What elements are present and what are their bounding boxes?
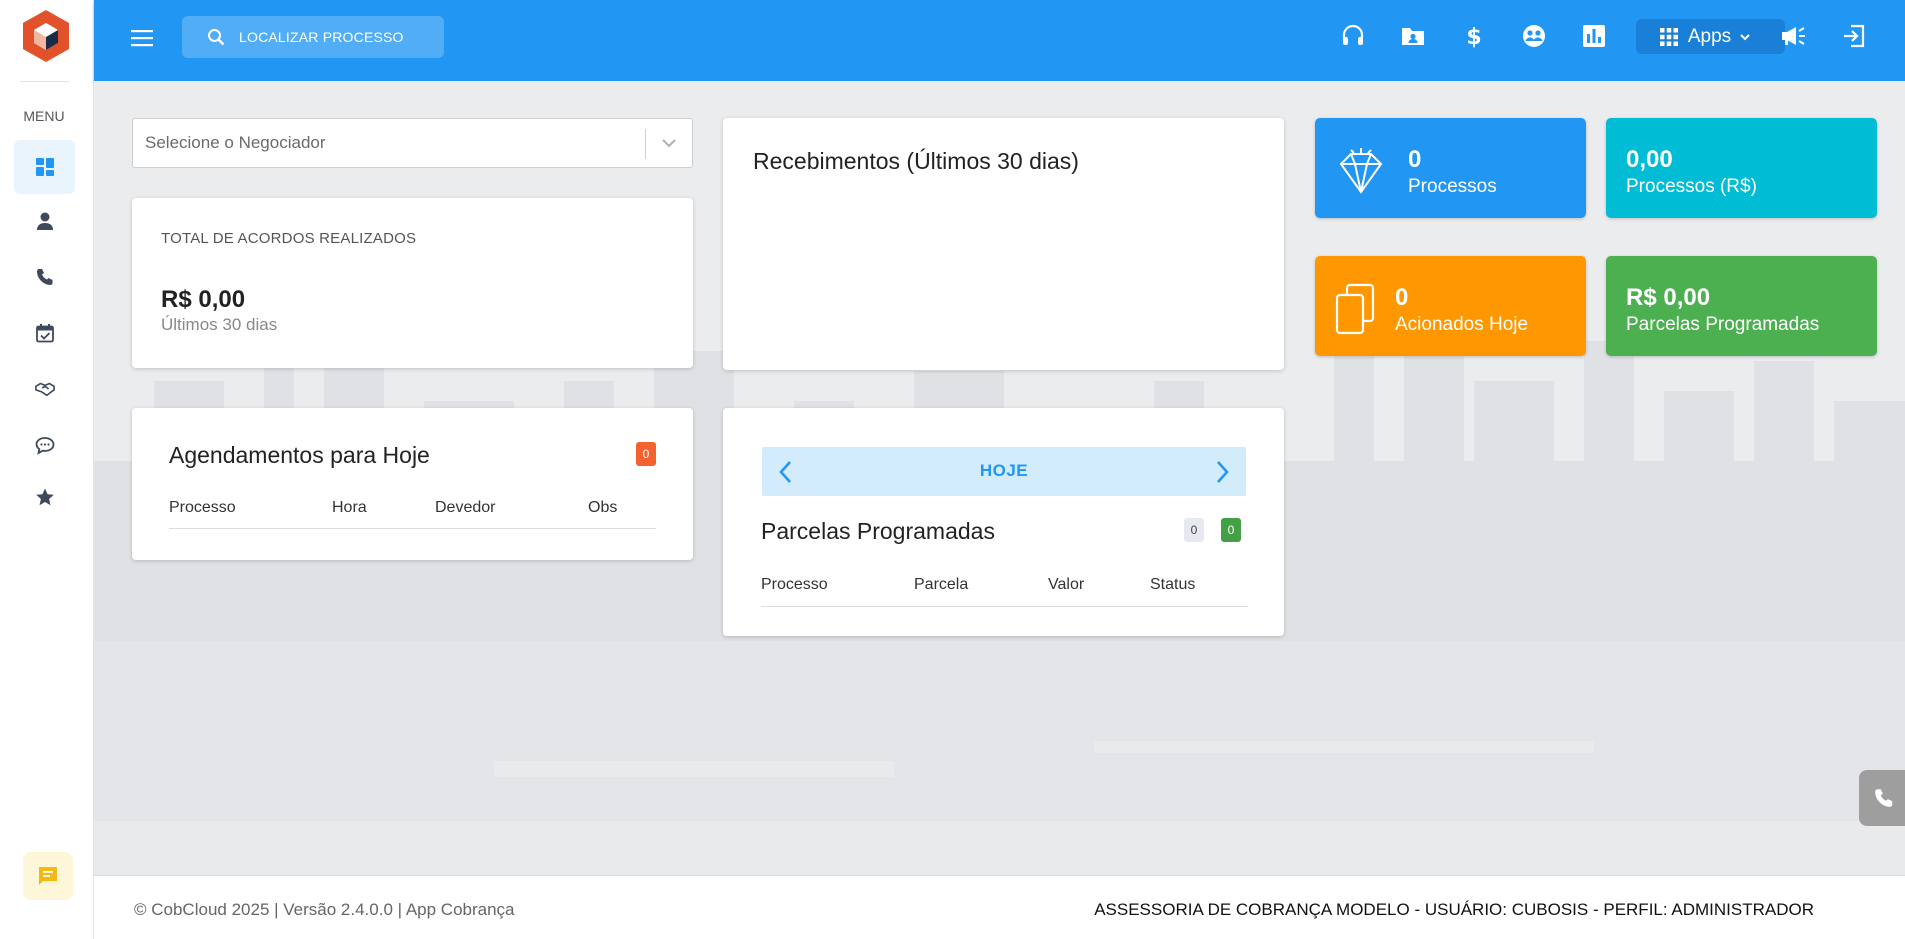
search-label: LOCALIZAR PROCESSO [239,29,404,45]
contacts-folder-button[interactable] [1399,22,1427,50]
sidebar-item-telefone[interactable] [14,250,75,304]
calendar-check-icon [35,324,54,343]
acordos-title: TOTAL DE ACORDOS REALIZADOS [161,230,417,247]
footer-user-info: ASSESSORIA DE COBRANÇA MODELO - USUÁRIO:… [1094,900,1814,919]
date-navigator: HOJE [762,447,1246,496]
menu-toggle-button[interactable] [130,26,154,50]
parcelas-col-valor: Valor [1048,576,1085,593]
headset-icon [1342,24,1364,45]
diamond-icon [1339,148,1383,194]
announcements-button[interactable] [1779,22,1807,50]
acordos-card: TOTAL DE ACORDOS REALIZADOS R$ 0,00 Últi… [132,198,693,368]
sidebar-item-mensagens[interactable] [14,418,75,472]
search-process-button[interactable]: LOCALIZAR PROCESSO [182,16,444,58]
recebimentos-card: Recebimentos (Últimos 30 dias) [723,118,1284,370]
apps-label: Apps [1687,25,1732,47]
copy-documents-icon [1335,283,1375,335]
logout-button[interactable] [1840,22,1868,50]
tile-processos-value: 0 [1408,146,1422,173]
chevron-right-icon[interactable] [1212,459,1232,485]
reports-button[interactable] [1580,22,1608,50]
phone-icon [1875,789,1893,807]
agendamentos-title: Agendamentos para Hoje [169,442,430,468]
sidebar-item-dashboard[interactable] [14,140,75,194]
star-icon [35,488,54,506]
agendamentos-col-processo: Processo [169,499,236,516]
sidebar-item-favoritos[interactable] [14,470,75,524]
date-navigator-label[interactable]: HOJE [762,461,1246,481]
hamburger-icon [131,30,153,47]
user-icon [36,212,53,230]
chevron-down-icon[interactable] [660,134,678,152]
tile-parcelas-label: Parcelas Programadas [1626,314,1820,335]
table-divider [169,528,656,529]
svg-text:$: $ [1466,25,1481,49]
megaphone-icon [1782,27,1805,45]
parcelas-done-badge: 0 [1221,518,1241,542]
chat-bubble-icon [35,437,54,455]
negociador-placeholder: Selecione o Negociador [145,133,326,152]
footer: © CobCloud 2025 | Versão 2.4.0.0 | App C… [94,875,1905,939]
negociador-select[interactable]: Selecione o Negociador [132,118,693,168]
chat-button[interactable] [23,852,73,900]
grid-apps-icon [1659,27,1678,46]
sidebar-item-agenda[interactable] [14,306,75,360]
tile-processos-valor[interactable]: 0,00 Processos (R$) [1606,118,1877,218]
topbar: LOCALIZAR PROCESSO $ Apps [94,0,1905,81]
app-logo[interactable] [21,8,71,64]
dashboard-icon [35,158,54,176]
agendamentos-col-devedor: Devedor [435,499,496,516]
agendamentos-count-badge: 0 [636,442,656,466]
parcelas-col-processo: Processo [761,576,828,593]
agendamentos-col-obs: Obs [588,499,618,516]
bar-chart-icon [1583,25,1605,47]
support-button[interactable] [1339,22,1367,50]
select-separator [645,129,646,159]
phone-icon [36,269,52,285]
logout-icon [1844,24,1865,48]
team-button[interactable] [1520,22,1548,50]
table-divider [761,606,1248,607]
agendamentos-col-hora: Hora [332,499,367,516]
apps-dropdown-button[interactable]: Apps [1636,19,1785,54]
tile-processos-label: Processos [1408,176,1497,197]
acordos-period: Últimos 30 dias [161,315,278,334]
tile-acionados-label: Acionados Hoje [1395,314,1529,335]
tile-acionados-value: 0 [1395,284,1409,311]
tile-processos-valor-label: Processos (R$) [1626,176,1757,197]
parcelas-col-status: Status [1150,576,1196,593]
tile-acionados-hoje[interactable]: 0 Acionados Hoje [1315,256,1586,356]
dollar-icon: $ [1466,25,1481,49]
parcelas-title: Parcelas Programadas [761,518,995,544]
message-icon [39,867,57,885]
search-icon [208,29,225,46]
sidebar-divider [20,81,69,82]
footer-copyright: © CobCloud 2025 | Versão 2.4.0.0 | App C… [134,900,515,919]
tile-parcelas-value: R$ 0,00 [1626,284,1711,311]
parcelas-col-parcela: Parcela [914,576,969,593]
menu-label: MENU [23,108,65,124]
softphone-tab[interactable] [1859,770,1905,826]
chevron-down-icon [1740,33,1750,40]
acordos-value: R$ 0,00 [161,286,246,313]
team-icon [1523,25,1545,47]
recebimentos-title: Recebimentos (Últimos 30 dias) [753,148,1079,174]
folder-user-icon [1402,28,1424,45]
financial-button[interactable]: $ [1460,22,1488,50]
handshake-icon [34,382,55,397]
tile-processos[interactable]: 0 Processos [1315,118,1586,218]
parcelas-count-badge: 0 [1184,518,1204,542]
sidebar-item-devedores[interactable] [14,194,75,248]
tile-processos-valor-value: 0,00 [1626,146,1673,173]
agendamentos-card: Agendamentos para Hoje 0 Processo Hora D… [132,408,693,560]
sidebar-item-acordos[interactable] [14,362,75,416]
sidebar: MENU [0,0,94,939]
tile-parcelas-programadas[interactable]: R$ 0,00 Parcelas Programadas [1606,256,1877,356]
